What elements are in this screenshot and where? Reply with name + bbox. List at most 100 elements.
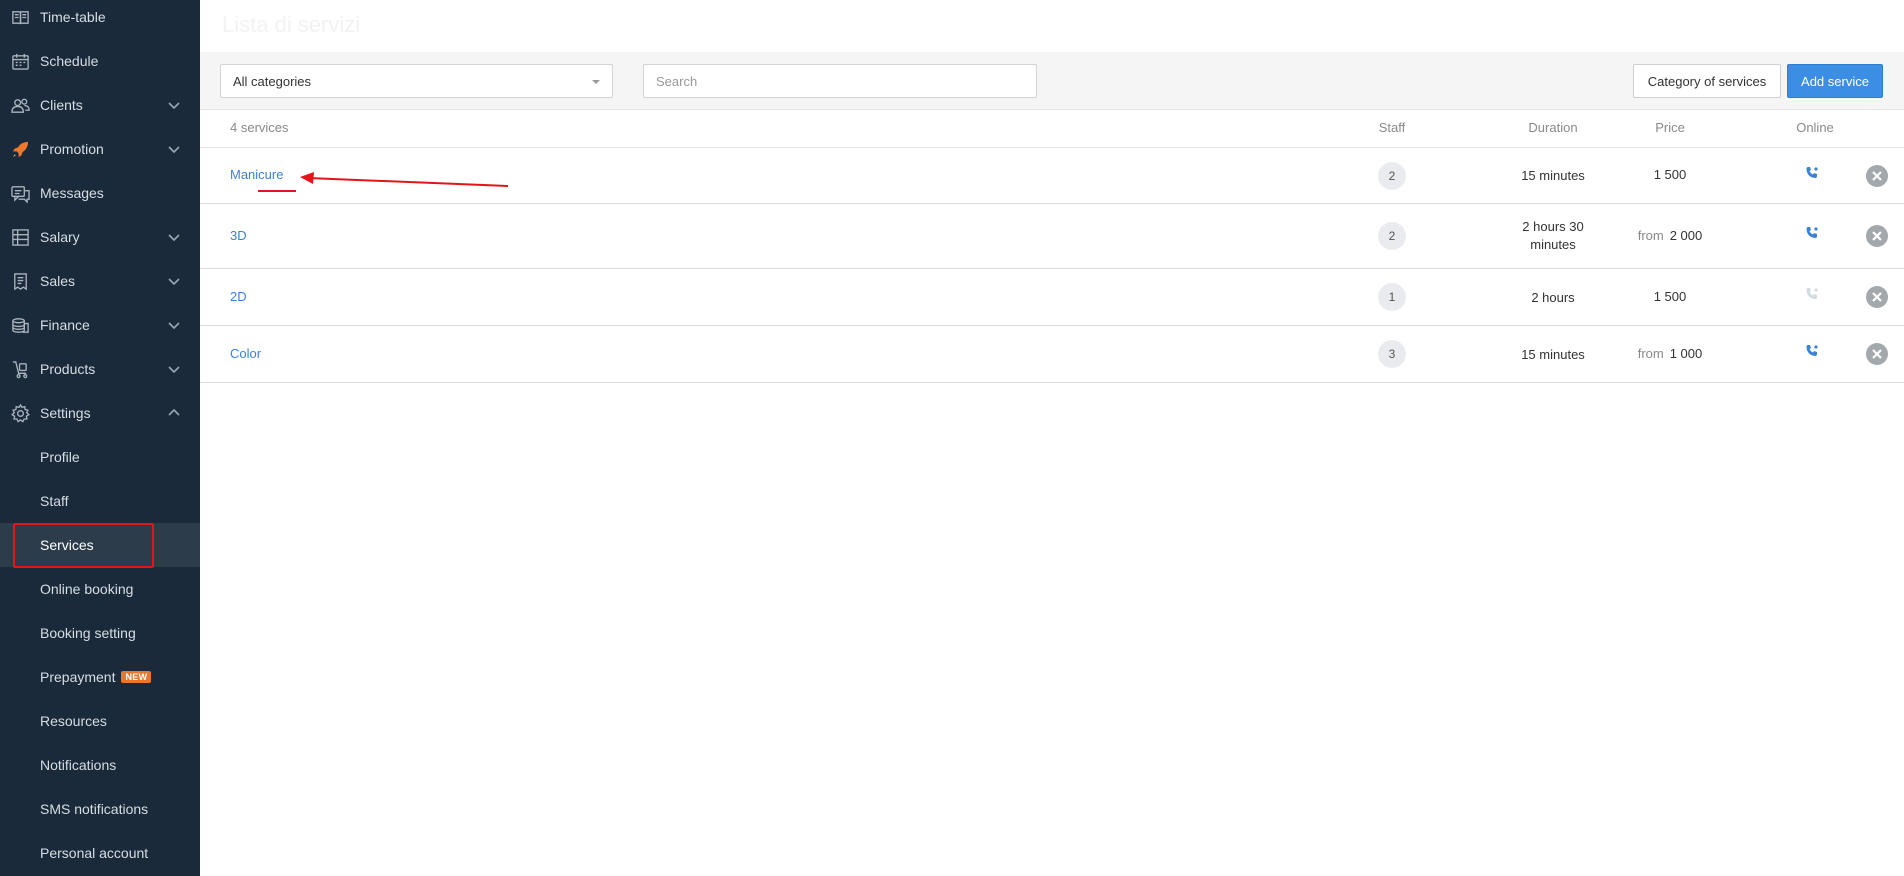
sidebar-subitem-label: Notifications [40, 757, 117, 773]
sidebar-subitem-label: Prepayment [40, 669, 116, 685]
delete-icon[interactable] [1866, 286, 1888, 308]
price-value: 2 000 [1669, 228, 1703, 243]
sidebar-item-sales[interactable]: Sales [0, 259, 200, 303]
sidebar-item-settings[interactable]: Settings [0, 391, 200, 435]
delete-icon[interactable] [1866, 343, 1888, 365]
users-icon [10, 95, 30, 115]
staff-count-badge: 1 [1378, 283, 1406, 311]
table-row[interactable]: Manicure 2 15 minutes 1 500 [200, 148, 1904, 204]
table-row[interactable]: 3D 2 2 hours 30 minutes from 2 000 [200, 204, 1904, 269]
staff-count-badge: 3 [1378, 340, 1406, 368]
sidebar: Time-table Schedule Clients Promotion Me… [0, 0, 200, 876]
column-header-duration: Duration [1528, 120, 1578, 135]
sidebar-subitem-label: Staff [40, 493, 69, 509]
table-header: 4 services Staff Duration Price Online [200, 110, 1904, 148]
sidebar-item-label: Time-table [40, 9, 106, 25]
sidebar-item-label: Clients [40, 97, 83, 113]
sidebar-item-clients[interactable]: Clients [0, 83, 200, 127]
main-content: Lista di servizi All categories Category… [200, 0, 1904, 876]
sidebar-item-label: Sales [40, 273, 76, 289]
ledger-icon [10, 227, 30, 247]
sidebar-subitem-label: SMS notifications [40, 801, 149, 817]
sidebar-item-label: Settings [40, 405, 91, 421]
sidebar-subitem-profile[interactable]: Profile [0, 435, 200, 479]
sidebar-item-label: Promotion [40, 141, 104, 157]
online-phone-icon[interactable] [1805, 226, 1825, 246]
duration-cell: 15 minutes [1521, 347, 1585, 362]
sidebar-subitem-personal-account[interactable]: Personal account [0, 831, 200, 875]
sidebar-subitem-resources[interactable]: Resources [0, 699, 200, 743]
online-phone-disabled-icon[interactable] [1805, 287, 1825, 307]
sidebar-item-finance[interactable]: Finance [0, 303, 200, 347]
sidebar-subitem-label: Services [40, 537, 94, 553]
duration-cell: 2 hours 30 minutes [1522, 219, 1584, 252]
category-select[interactable]: All categories [220, 64, 613, 98]
sidebar-subitem-label: Resources [40, 713, 107, 729]
price-cell: 1 500 [1600, 167, 1740, 182]
table-row[interactable]: Color 3 15 minutes from 1 000 [200, 326, 1904, 383]
sidebar-item-label: Messages [40, 185, 104, 201]
sidebar-subitem-online-booking[interactable]: Online booking [0, 567, 200, 611]
sidebar-item-salary[interactable]: Salary [0, 215, 200, 259]
staff-count-badge: 2 [1378, 162, 1406, 190]
sidebar-subitem-sms-notifications[interactable]: SMS notifications [0, 787, 200, 831]
price-cell: from 1 000 [1600, 346, 1740, 361]
cart-icon [10, 359, 30, 379]
service-name-link[interactable]: Color [230, 346, 261, 361]
table-row[interactable]: 2D 1 2 hours 1 500 [200, 269, 1904, 326]
sidebar-subitem-label: Profile [40, 449, 80, 465]
sidebar-item-label: Products [40, 361, 96, 377]
delete-icon[interactable] [1866, 165, 1888, 187]
service-name-link[interactable]: 3D [230, 228, 247, 243]
sidebar-subitem-label: Personal account [40, 845, 149, 861]
search-input[interactable] [643, 64, 1037, 98]
column-header-price: Price [1655, 120, 1685, 135]
sidebar-subitem-services[interactable]: Services [0, 523, 200, 567]
staff-count-badge: 2 [1378, 222, 1406, 250]
chevron-down-icon [168, 275, 180, 287]
chat-icon [10, 183, 30, 203]
sidebar-subitem-notifications[interactable]: Notifications [0, 743, 200, 787]
chevron-down-icon [168, 319, 180, 331]
new-badge: NEW [121, 671, 152, 683]
page-title: Lista di servizi [222, 12, 361, 37]
online-phone-icon[interactable] [1805, 166, 1825, 186]
rocket-icon [10, 139, 30, 159]
chevron-down-icon [168, 99, 180, 111]
chevron-up-icon [168, 407, 180, 419]
price-cell: from 2 000 [1600, 228, 1740, 243]
sidebar-item-label: Finance [40, 317, 90, 333]
online-phone-icon[interactable] [1805, 344, 1825, 364]
price-prefix: from [1637, 346, 1664, 361]
sidebar-subitem-prepayment[interactable]: Prepayment NEW [0, 655, 200, 699]
sidebar-item-label: Salary [40, 229, 80, 245]
price-cell: 1 500 [1600, 289, 1740, 304]
sidebar-item-messages[interactable]: Messages [0, 171, 200, 215]
category-select-value: All categories [233, 73, 312, 89]
sidebar-subitem-staff[interactable]: Staff [0, 479, 200, 523]
book-icon [10, 7, 30, 27]
sidebar-item-time-table[interactable]: Time-table [0, 0, 200, 39]
service-name-link[interactable]: 2D [230, 289, 247, 304]
sidebar-subitem-label: Online booking [40, 581, 134, 597]
toolbar: All categories Category of services Add … [200, 52, 1904, 110]
delete-icon[interactable] [1866, 225, 1888, 247]
add-service-button[interactable]: Add service [1787, 64, 1883, 98]
sidebar-subitem-booking-setting[interactable]: Booking setting [0, 611, 200, 655]
service-name-link[interactable]: Manicure [230, 167, 283, 182]
sidebar-item-products[interactable]: Products [0, 347, 200, 391]
chevron-down-icon [168, 143, 180, 155]
calendar-icon [10, 51, 30, 71]
price-value: 1 000 [1669, 346, 1703, 361]
column-header-online: Online [1796, 120, 1834, 135]
price-value: 1 500 [1653, 167, 1687, 182]
sidebar-item-promotion[interactable]: Promotion [0, 127, 200, 171]
caret-down-icon [592, 80, 600, 84]
category-of-services-button[interactable]: Category of services [1633, 64, 1781, 98]
receipt-icon [10, 271, 30, 291]
gear-icon [10, 403, 30, 423]
price-prefix: from [1637, 228, 1664, 243]
duration-cell: 15 minutes [1521, 168, 1585, 183]
coins-icon [10, 315, 30, 335]
sidebar-item-schedule[interactable]: Schedule [0, 39, 200, 83]
